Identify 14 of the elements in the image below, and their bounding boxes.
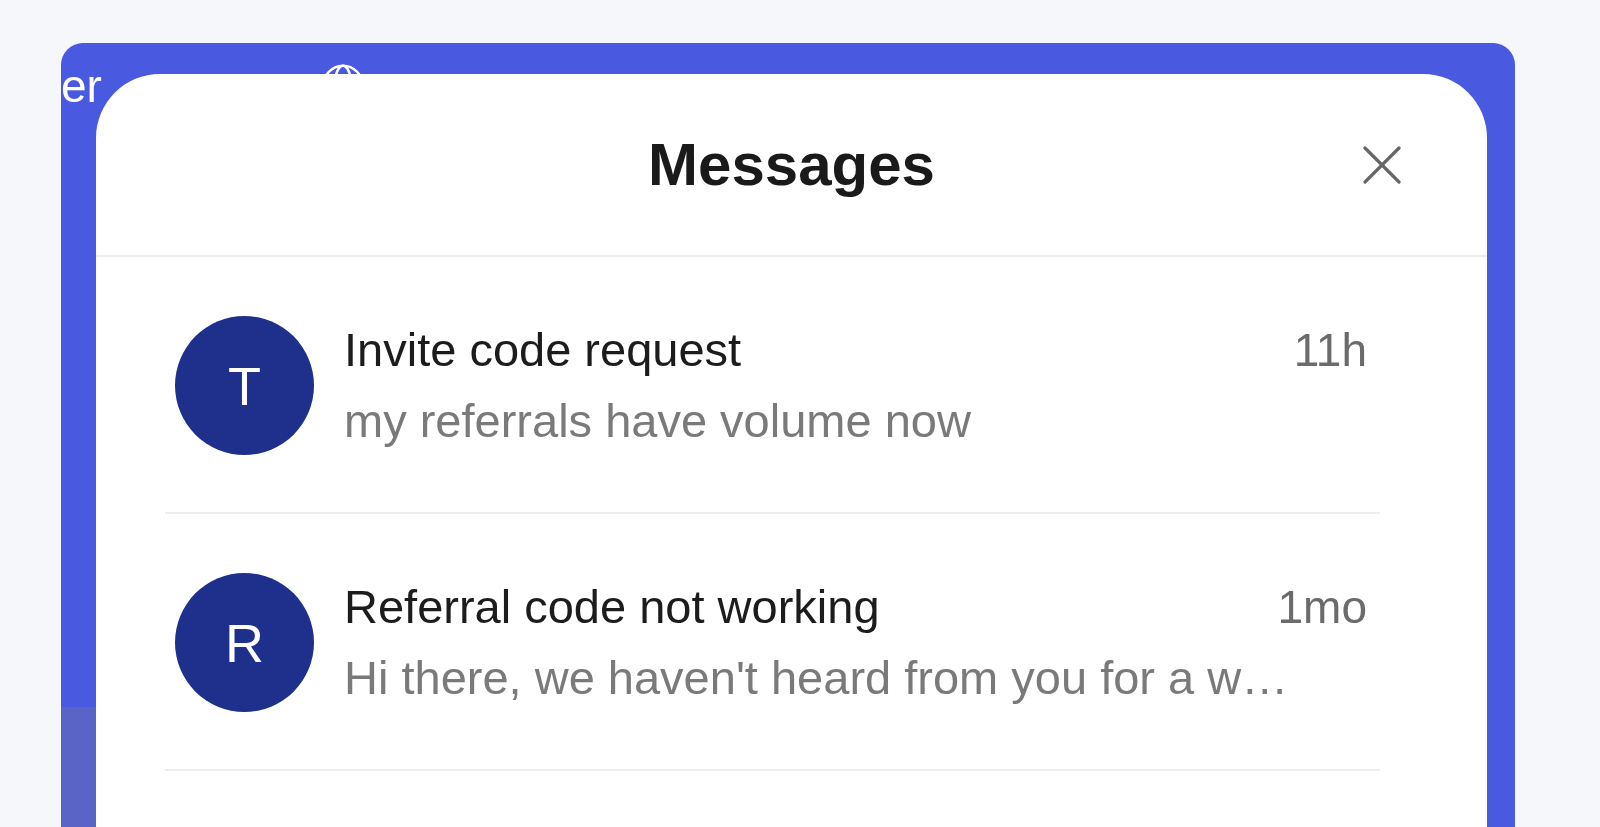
message-title: Invite code request	[344, 322, 742, 379]
avatar: T	[175, 316, 314, 455]
message-time: 11h	[1293, 323, 1367, 379]
message-title: Referral code not working	[344, 579, 880, 636]
message-preview: my referrals have volume now	[344, 392, 972, 449]
message-item[interactable]: R Referral code not working 1mo Hi there, we haven't heard from you for a w…	[165, 514, 1380, 771]
message-preview: Hi there, we haven't heard from you for a w…	[344, 649, 1290, 706]
message-time: 1mo	[1277, 580, 1367, 636]
close-icon	[1363, 145, 1401, 184]
header-text: er	[61, 63, 102, 109]
dialog-title: Messages	[648, 129, 935, 200]
message-item[interactable]: T Invite code request 11h my referrals have volume now	[165, 257, 1380, 514]
close-button[interactable]	[1363, 145, 1401, 184]
avatar: R	[175, 573, 314, 712]
